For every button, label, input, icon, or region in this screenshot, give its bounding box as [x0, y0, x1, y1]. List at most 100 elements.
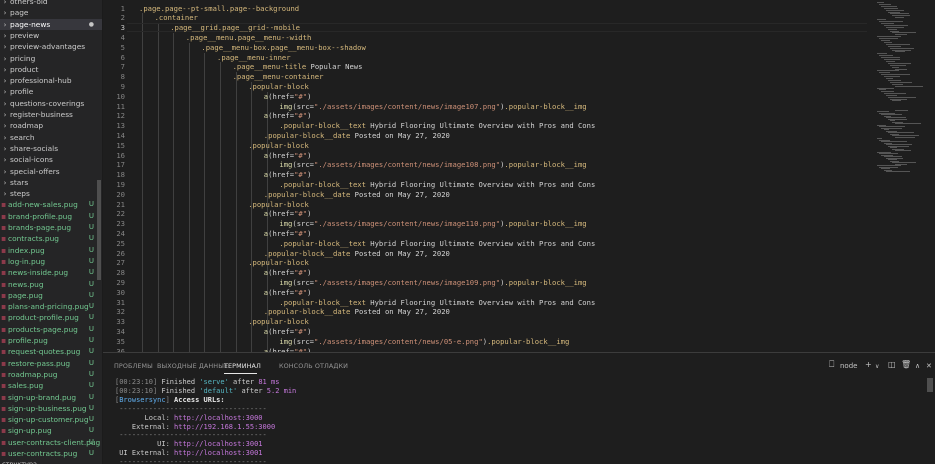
- code-line[interactable]: .page.page--pt-small.page--background: [139, 4, 299, 13]
- split-terminal-icon[interactable]: ◫: [888, 360, 896, 369]
- maximize-panel-icon[interactable]: ∧: [915, 362, 920, 370]
- file-log-in.pug[interactable]: ≣ log-in.pug U: [0, 256, 102, 267]
- code-line[interactable]: a(href="#"): [264, 229, 312, 238]
- chevron-down-icon[interactable]: ∨: [875, 363, 879, 370]
- trash-icon[interactable]: 🗑: [901, 360, 911, 369]
- folder-page-news[interactable]: › page-news ●: [0, 18, 102, 30]
- code-line[interactable]: a(href="#"): [264, 327, 312, 336]
- code-line[interactable]: a(href="#"): [264, 170, 312, 179]
- folder-register-business[interactable]: › register-business: [0, 109, 102, 120]
- file-brands-page.pug[interactable]: ≣ brands-page.pug U: [0, 222, 102, 233]
- panel-tab-0[interactable]: ПРОБЛЕМЫ: [114, 362, 153, 370]
- folder-stars[interactable]: › stars: [0, 177, 102, 188]
- file-page.pug[interactable]: ≣ page.pug U: [0, 290, 102, 301]
- code-line[interactable]: .popular-block__text Hybrid Flooring Ult…: [279, 298, 595, 307]
- sidebar-scrollbar[interactable]: [97, 180, 101, 280]
- code-line[interactable]: a(href="#"): [264, 268, 312, 277]
- code-line[interactable]: img(src="./assets/images/content/news/im…: [279, 160, 586, 169]
- code-line[interactable]: .popular-block__date Posted on May 27, 2…: [264, 131, 450, 140]
- file-sign-up-customer.pug[interactable]: ≣ sign-up-customer.pug U: [0, 414, 102, 425]
- code-line[interactable]: .popular-block: [248, 317, 309, 326]
- file-profile.pug[interactable]: ≣ profile.pug U: [0, 335, 102, 346]
- pug-file-icon: ≣: [1, 213, 7, 221]
- file-label: user-contracts.pug: [8, 449, 78, 458]
- code-line[interactable]: a(href="#"): [264, 151, 312, 160]
- folder-questions-coverings[interactable]: › questions-coverings: [0, 98, 102, 109]
- file-brand-profile.pug[interactable]: ≣ brand-profile.pug U: [0, 211, 102, 222]
- file-news.pug[interactable]: ≣ news.pug U: [0, 279, 102, 290]
- panel-tab-2[interactable]: ТЕРМИНАЛ: [224, 362, 261, 370]
- code-editor[interactable]: 1 .page.page--pt-small.page--background 2.…: [103, 0, 935, 352]
- file-add-new-sales.pug[interactable]: ≣ add-new-sales.pug U: [0, 199, 102, 210]
- folder-others-old[interactable]: › others-old: [0, 0, 102, 7]
- file-sales.pug[interactable]: ≣ sales.pug U: [0, 380, 102, 391]
- code-line[interactable]: .popular-block__text Hybrid Flooring Ult…: [279, 239, 595, 248]
- code-line[interactable]: a(href="#"): [264, 92, 312, 101]
- folder-roadmap[interactable]: › roadmap: [0, 120, 102, 131]
- file-product-profile.pug[interactable]: ≣ product-profile.pug U: [0, 312, 102, 323]
- code-line[interactable]: .page__menu-container: [233, 72, 324, 81]
- file-user-contracts.pug[interactable]: ≣ user-contracts.pug U: [0, 448, 102, 459]
- file-user-contracts-client.pug[interactable]: ≣ user-contracts-client.pug U: [0, 437, 102, 448]
- folder-steps[interactable]: › steps: [0, 188, 102, 199]
- folder-share-socials[interactable]: › share-socials: [0, 143, 102, 154]
- code-line[interactable]: .popular-block: [248, 82, 309, 91]
- folder-pricing[interactable]: › pricing: [0, 53, 102, 64]
- folder-profile[interactable]: › profile: [0, 86, 102, 97]
- terminal-token: Access URLs:: [169, 395, 225, 404]
- folder-preview-advantages[interactable]: › preview-advantages: [0, 41, 102, 52]
- folder-special-offers[interactable]: › special-offers: [0, 166, 102, 177]
- code-line[interactable]: a(href="#"): [264, 209, 312, 218]
- file-sign-up.pug[interactable]: ≣ sign-up.pug U: [0, 425, 102, 436]
- code-line[interactable]: .page__menu-title Popular News: [233, 62, 363, 71]
- folder-social-icons[interactable]: › social-icons: [0, 154, 102, 165]
- code-line[interactable]: img(src="./assets/images/content/news/im…: [279, 219, 586, 228]
- code-line[interactable]: a(href="#"): [264, 111, 312, 120]
- line-number: 6: [120, 52, 125, 62]
- chevron-right-icon: ›: [3, 88, 7, 97]
- file-request-quotes.pug[interactable]: ≣ request-quotes.pug U: [0, 346, 102, 357]
- code-line[interactable]: .popular-block: [248, 200, 309, 209]
- folder-professional-hub[interactable]: › professional-hub: [0, 75, 102, 86]
- code-line[interactable]: .page__menu.page__menu--width: [186, 33, 312, 42]
- file-index.pug[interactable]: ≣ index.pug U: [0, 245, 102, 256]
- code-line[interactable]: .popular-block: [248, 141, 309, 150]
- code-line[interactable]: .popular-block__date Posted on May 27, 2…: [264, 249, 450, 258]
- terminal-name[interactable]: node: [840, 362, 857, 370]
- code-line[interactable]: .container: [155, 13, 198, 22]
- outline-section-header[interactable]: структура: [0, 459, 102, 464]
- folder-product[interactable]: › product: [0, 64, 102, 75]
- code-line[interactable]: .popular-block__text Hybrid Flooring Ult…: [279, 121, 595, 130]
- folder-page[interactable]: › page: [0, 7, 102, 18]
- code-line[interactable]: img(src="./assets/images/content/news/im…: [279, 102, 586, 111]
- file-sign-up-business.pug[interactable]: ≣ sign-up-business.pug U: [0, 403, 102, 414]
- code-line[interactable]: .page__menu-inner: [217, 53, 291, 62]
- code-line[interactable]: .popular-block__date Posted on May 27, 2…: [264, 307, 450, 316]
- active-tab-indicator: [224, 373, 257, 374]
- file-news-inside.pug[interactable]: ≣ news-inside.pug U: [0, 267, 102, 278]
- folder-label: special-offers: [10, 166, 60, 176]
- pug-file-icon: ≣: [1, 338, 7, 345]
- code-line[interactable]: img(src="./assets/images/content/news/im…: [279, 278, 586, 287]
- folder-preview[interactable]: › preview: [0, 30, 102, 41]
- minimap[interactable]: [873, 0, 935, 352]
- file-roadmap.pug[interactable]: ≣ roadmap.pug U: [0, 369, 102, 380]
- panel-tab-3[interactable]: КОНСОЛЬ ОТЛАДКИ: [279, 362, 348, 370]
- file-products-page.pug[interactable]: ≣ products-page.pug U: [0, 324, 102, 335]
- panel-tab-1[interactable]: ВЫХОДНЫЕ ДАННЫЕ: [157, 362, 228, 370]
- folder-search[interactable]: › search: [0, 132, 102, 143]
- file-restore-pass.pug[interactable]: ≣ restore-pass.pug U: [0, 358, 102, 369]
- file-sign-up-brand.pug[interactable]: ≣ sign-up-brand.pug U: [0, 392, 102, 403]
- file-plans-and-pricing.pug[interactable]: ≣ plans-and-pricing.pug U: [0, 301, 102, 312]
- code-line[interactable]: a(href="#"): [264, 288, 312, 297]
- code-line[interactable]: .popular-block__text Hybrid Flooring Ult…: [279, 180, 595, 189]
- terminal-scrollbar[interactable]: [927, 378, 933, 392]
- code-line[interactable]: .page__menu-box.page__menu-box--shadow: [201, 43, 365, 52]
- close-panel-icon[interactable]: ✕: [926, 362, 932, 370]
- code-line[interactable]: .page__grid.page__grid--mobile: [170, 23, 300, 32]
- add-terminal-icon[interactable]: +: [865, 360, 872, 369]
- code-line[interactable]: .popular-block: [248, 258, 309, 267]
- file-contracts.pug[interactable]: ≣ contracts.pug U: [0, 233, 102, 244]
- code-line[interactable]: .popular-block__date Posted on May 27, 2…: [264, 190, 450, 199]
- code-line[interactable]: img(src="./assets/images/content/news/05…: [279, 337, 569, 346]
